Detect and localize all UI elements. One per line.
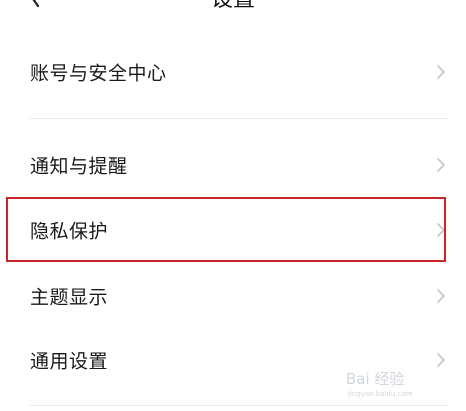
bottom-divider (30, 405, 448, 406)
watermark-subtext: jingyan.baidu.com (347, 390, 413, 398)
settings-screen: 设置 账号与安全中心 通知与提醒 隐私保护 主题显示 通用设置 Bai 经 (0, 0, 466, 411)
settings-item-label: 账号与安全中心 (30, 62, 167, 85)
chevron-right-icon (437, 65, 445, 79)
chevron-right-icon (437, 289, 445, 303)
watermark-text: Bai 经验 (346, 370, 404, 388)
settings-item-label: 通知与提醒 (30, 155, 128, 178)
settings-item-label: 通用设置 (30, 350, 109, 373)
settings-item-label: 主题显示 (30, 286, 109, 309)
section-divider (30, 118, 448, 119)
chevron-right-icon (437, 353, 445, 367)
baidu-jingyan-watermark: Bai 经验 jingyan.baidu.com (346, 370, 413, 398)
chevron-right-icon (437, 158, 445, 172)
highlight-annotation-box (6, 197, 446, 262)
top-bar: 设置 (0, 0, 466, 18)
settings-item-theme[interactable]: 主题显示 (0, 264, 466, 328)
page-title: 设置 (0, 0, 466, 18)
settings-item-notifications[interactable]: 通知与提醒 (0, 133, 466, 197)
settings-item-account-security[interactable]: 账号与安全中心 (0, 40, 466, 104)
